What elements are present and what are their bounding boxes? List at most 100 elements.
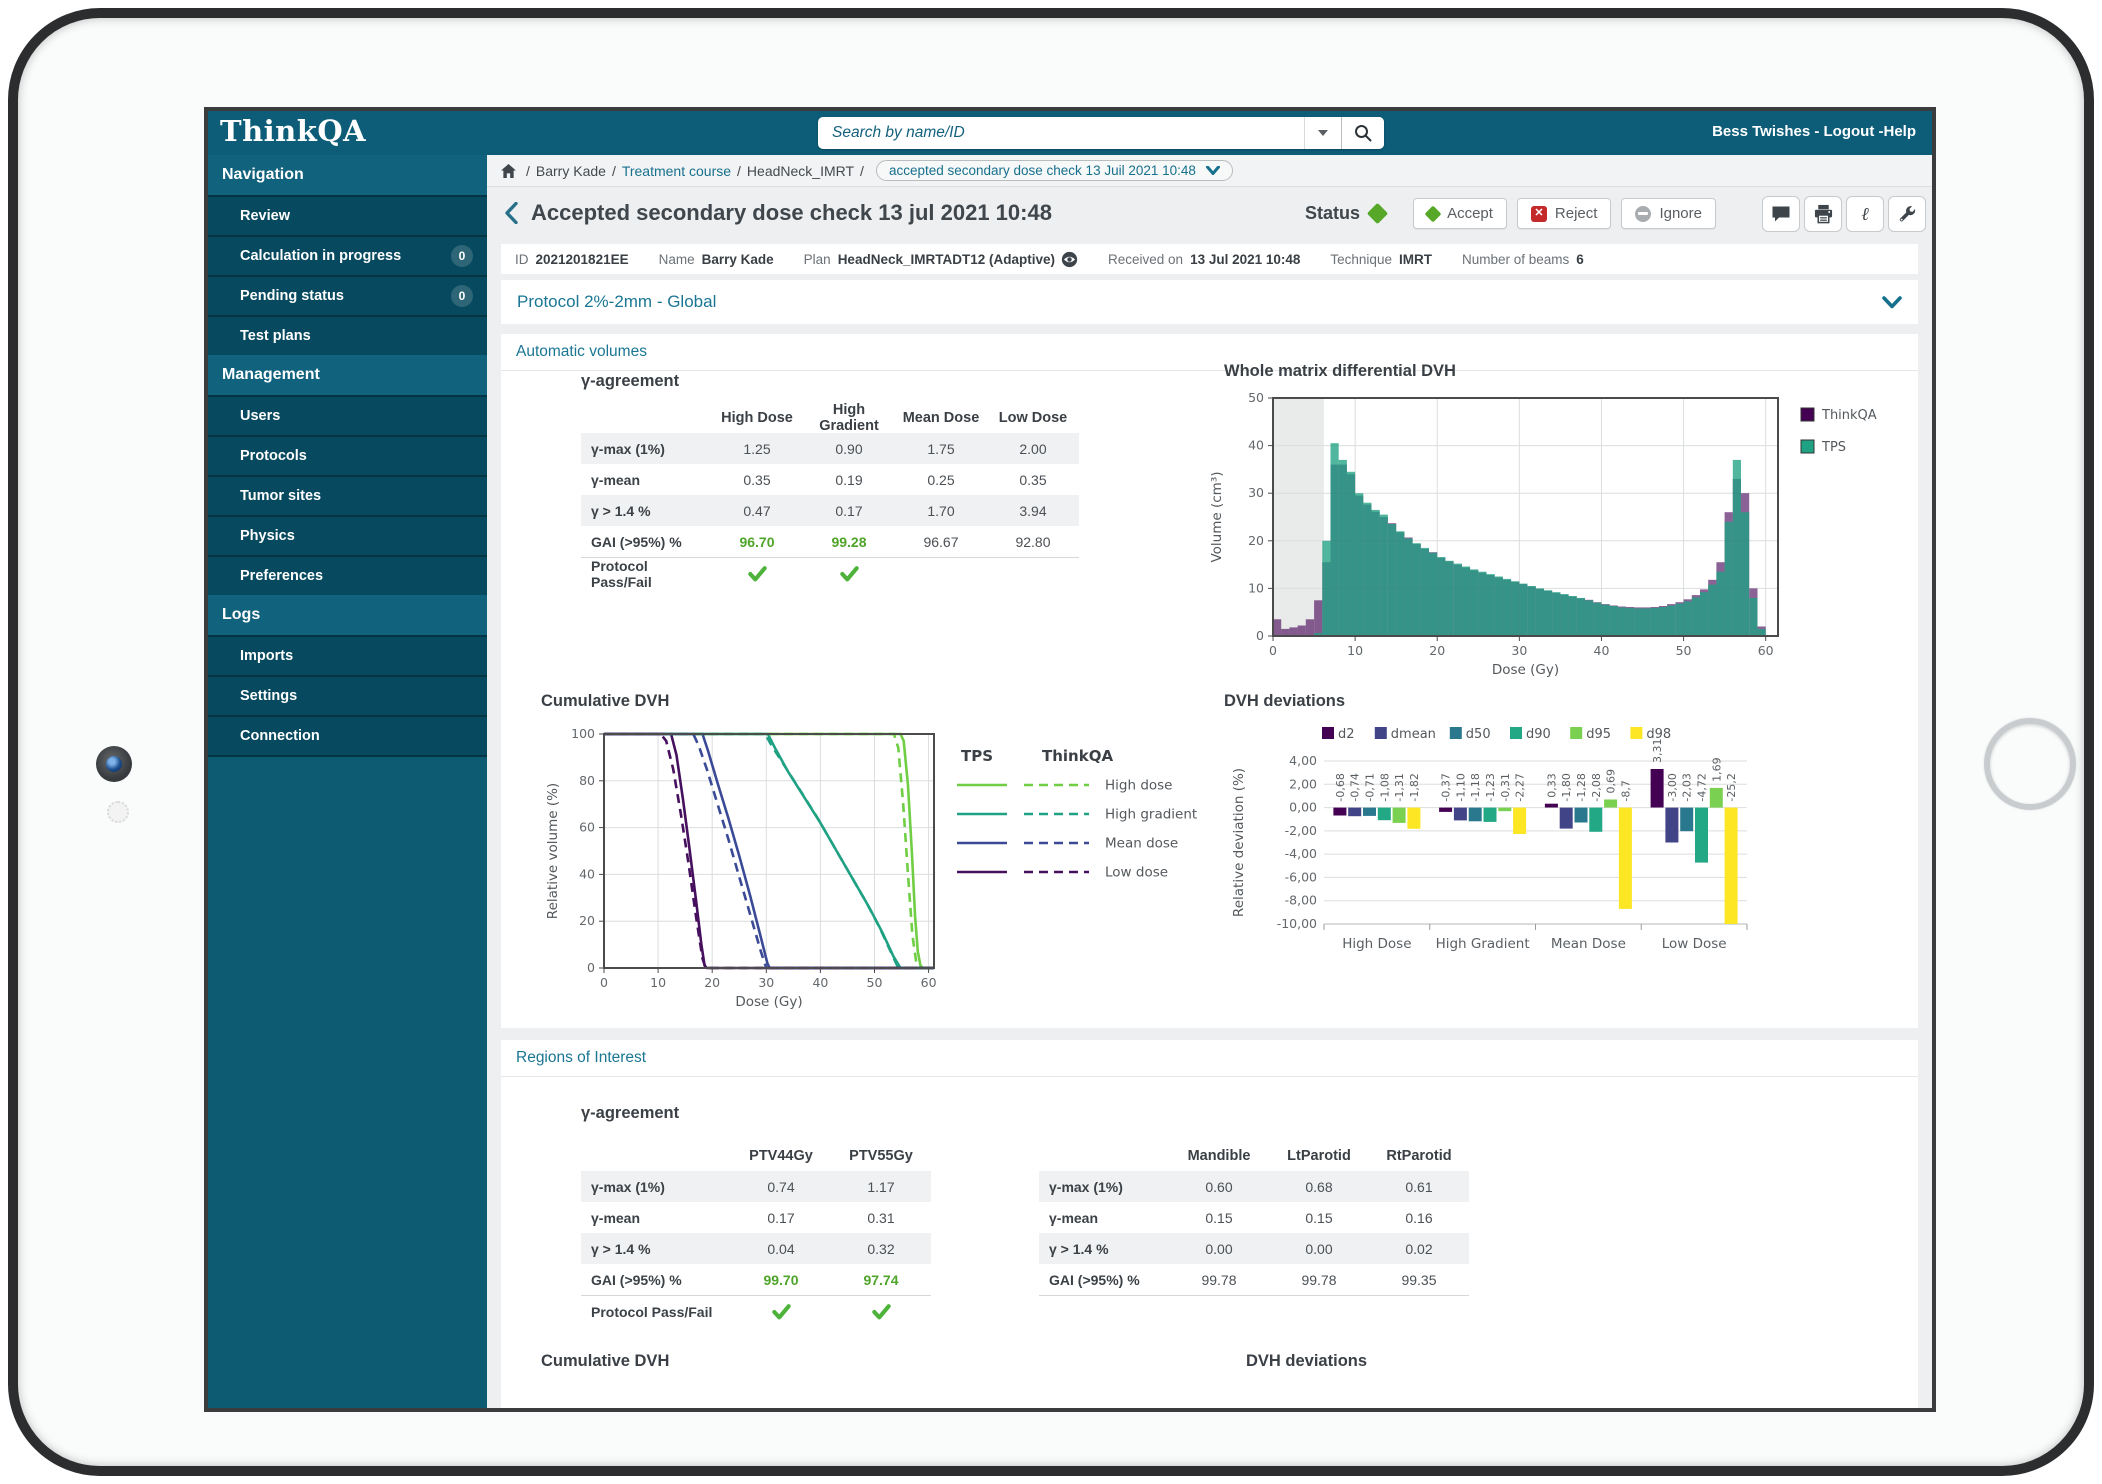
table-cell: 0.15 bbox=[1169, 1210, 1269, 1226]
svg-text:0: 0 bbox=[1269, 643, 1277, 658]
table-cell: 0.47 bbox=[711, 503, 803, 519]
chevron-down-icon[interactable] bbox=[1882, 296, 1902, 309]
svg-text:50: 50 bbox=[1248, 390, 1264, 405]
protocol-bar[interactable]: Protocol 2%-2mm - Global bbox=[501, 280, 1918, 324]
user-session-links[interactable]: Bess Twishes - Logout -Help bbox=[1712, 123, 1916, 140]
search-dropdown-caret[interactable] bbox=[1304, 117, 1341, 149]
svg-text:Mean Dose: Mean Dose bbox=[1551, 936, 1626, 952]
section-label: Automatic volumes bbox=[516, 343, 647, 361]
svg-text:dmean: dmean bbox=[1391, 727, 1436, 742]
ignore-minus-icon bbox=[1635, 206, 1651, 222]
cumulative-dvh-title: Cumulative DVH bbox=[541, 692, 669, 711]
script-l-icon: ℓ bbox=[1861, 204, 1869, 225]
search-button[interactable] bbox=[1341, 117, 1384, 149]
svg-text:3,31: 3,31 bbox=[1651, 739, 1664, 764]
back-chevron-icon[interactable] bbox=[505, 202, 518, 224]
svg-text:-0,31: -0,31 bbox=[1499, 773, 1512, 801]
breadcrumb-item-headneck-imrt[interactable]: HeadNeck_IMRT bbox=[747, 163, 854, 179]
svg-text:80: 80 bbox=[579, 773, 595, 788]
svg-text:-6,00: -6,00 bbox=[1285, 869, 1317, 884]
reject-button-label: Reject bbox=[1555, 205, 1598, 222]
svg-text:Dose (Gy): Dose (Gy) bbox=[735, 994, 802, 1010]
print-button[interactable] bbox=[1804, 196, 1842, 232]
comments-button[interactable] bbox=[1762, 196, 1800, 232]
home-button[interactable] bbox=[1984, 718, 2076, 810]
table-cell: 99.28 bbox=[803, 534, 895, 550]
roi-gamma-table-targets: PTV44GyPTV55Gyγ-max (1%)0.741.17γ-mean0.… bbox=[581, 1140, 931, 1327]
table-column-header: LtParotid bbox=[1269, 1148, 1369, 1164]
screenshot-stage: ThinkQA Bess Twishes - Logout -Help Navi… bbox=[0, 0, 2102, 1484]
table-passfail-cell bbox=[831, 1302, 931, 1320]
sidebar-item-tumor-sites[interactable]: Tumor sites bbox=[208, 475, 487, 515]
roi-gamma-table-organs: MandibleLtParotidRtParotidγ-max (1%)0.60… bbox=[1039, 1140, 1469, 1296]
svg-text:ThinkQA: ThinkQA bbox=[1042, 747, 1113, 765]
table-cell: 96.70 bbox=[711, 534, 803, 550]
svg-text:-8,00: -8,00 bbox=[1285, 893, 1317, 908]
table-cell: 0.31 bbox=[831, 1210, 931, 1226]
settings-button[interactable] bbox=[1888, 196, 1926, 232]
sidebar-item-settings[interactable]: Settings bbox=[208, 675, 487, 715]
table-column-header: RtParotid bbox=[1369, 1148, 1469, 1164]
sidebar-item-pending-status[interactable]: Pending status0 bbox=[208, 275, 487, 315]
plan-info-bar: ID2021201821EENameBarry KadePlanHeadNeck… bbox=[501, 244, 1918, 274]
reject-button[interactable]: ✕ Reject bbox=[1517, 198, 1612, 229]
svg-text:2,00: 2,00 bbox=[1289, 776, 1317, 791]
section-regions-of-interest[interactable]: Regions of Interest bbox=[501, 1040, 1918, 1077]
check-icon bbox=[871, 1303, 892, 1321]
title-row: Accepted secondary dose check 13 jul 202… bbox=[487, 186, 1932, 242]
sidebar-item-protocols[interactable]: Protocols bbox=[208, 435, 487, 475]
ignore-button[interactable]: Ignore bbox=[1621, 198, 1716, 229]
table-row: γ > 1.4 %0.000.000.02 bbox=[1039, 1233, 1469, 1264]
info-field-received-on: Received on13 Jul 2021 10:48 bbox=[1108, 252, 1300, 267]
svg-text:-2,03: -2,03 bbox=[1681, 773, 1694, 801]
table-cell: 0.68 bbox=[1269, 1179, 1369, 1195]
sidebar-item-label: Tumor sites bbox=[240, 488, 473, 504]
info-field-label: Technique bbox=[1330, 252, 1392, 267]
breadcrumb-item-barry-kade[interactable]: Barry Kade bbox=[536, 163, 606, 179]
svg-text:Mean dose: Mean dose bbox=[1105, 836, 1178, 852]
table-column-header: Low Dose bbox=[987, 410, 1079, 426]
eye-icon[interactable] bbox=[1061, 251, 1078, 268]
sidebar-item-preferences[interactable]: Preferences bbox=[208, 555, 487, 595]
svg-text:-2,00: -2,00 bbox=[1285, 823, 1317, 838]
sidebar-item-physics[interactable]: Physics bbox=[208, 515, 487, 555]
info-field-name: NameBarry Kade bbox=[659, 252, 774, 267]
differential-dvh-title: Whole matrix differential DVH bbox=[1224, 362, 1456, 381]
svg-text:Low dose: Low dose bbox=[1105, 865, 1168, 881]
table-row: γ > 1.4 %0.470.171.703.94 bbox=[581, 495, 1079, 526]
svg-text:0: 0 bbox=[587, 960, 595, 975]
svg-text:High Dose: High Dose bbox=[1342, 936, 1411, 952]
status-diamond-icon bbox=[1367, 203, 1388, 224]
svg-text:100: 100 bbox=[571, 726, 595, 741]
section-automatic-volumes[interactable]: Automatic volumes bbox=[501, 334, 1918, 371]
sidebar-item-label: Settings bbox=[240, 688, 473, 704]
svg-text:TPS: TPS bbox=[961, 747, 993, 765]
sidebar-item-calculation-in-progress[interactable]: Calculation in progress0 bbox=[208, 235, 487, 275]
table-cell: 0.19 bbox=[803, 472, 895, 488]
app-header: ThinkQA Bess Twishes - Logout -Help bbox=[208, 111, 1932, 155]
svg-text:High dose: High dose bbox=[1105, 778, 1173, 794]
sidebar-item-review[interactable]: Review bbox=[208, 195, 487, 235]
sidebar-item-imports[interactable]: Imports bbox=[208, 635, 487, 675]
info-field-value: HeadNeck_IMRTADT12 (Adaptive) bbox=[838, 251, 1078, 268]
log-button[interactable]: ℓ bbox=[1846, 196, 1884, 232]
sidebar-item-label: Imports bbox=[240, 648, 473, 664]
table-passfail-row: Protocol Pass/Fail bbox=[581, 558, 1079, 589]
svg-text:High Gradient: High Gradient bbox=[1436, 936, 1530, 952]
breadcrumb-dropdown[interactable]: accepted secondary dose check 13 Juil 20… bbox=[876, 160, 1233, 181]
accept-button[interactable]: Accept bbox=[1413, 198, 1507, 229]
sidebar-item-connection[interactable]: Connection bbox=[208, 715, 487, 757]
svg-text:d50: d50 bbox=[1466, 727, 1491, 742]
search-input[interactable] bbox=[818, 117, 1304, 149]
table-header-row: PTV44GyPTV55Gy bbox=[581, 1140, 931, 1171]
sidebar-item-test-plans[interactable]: Test plans bbox=[208, 315, 487, 355]
svg-text:d95: d95 bbox=[1586, 727, 1611, 742]
info-field-value: 6 bbox=[1576, 252, 1584, 267]
sidebar-section-navigation: Navigation bbox=[208, 155, 487, 195]
table-cell: 1.75 bbox=[895, 441, 987, 457]
table-header-row: High DoseHigh GradientMean DoseLow Dose bbox=[581, 402, 1079, 433]
sidebar-item-users[interactable]: Users bbox=[208, 395, 487, 435]
home-icon[interactable] bbox=[501, 164, 516, 178]
table-column-header: Mandible bbox=[1169, 1148, 1269, 1164]
breadcrumb-item-treatment-course[interactable]: Treatment course bbox=[622, 163, 731, 179]
